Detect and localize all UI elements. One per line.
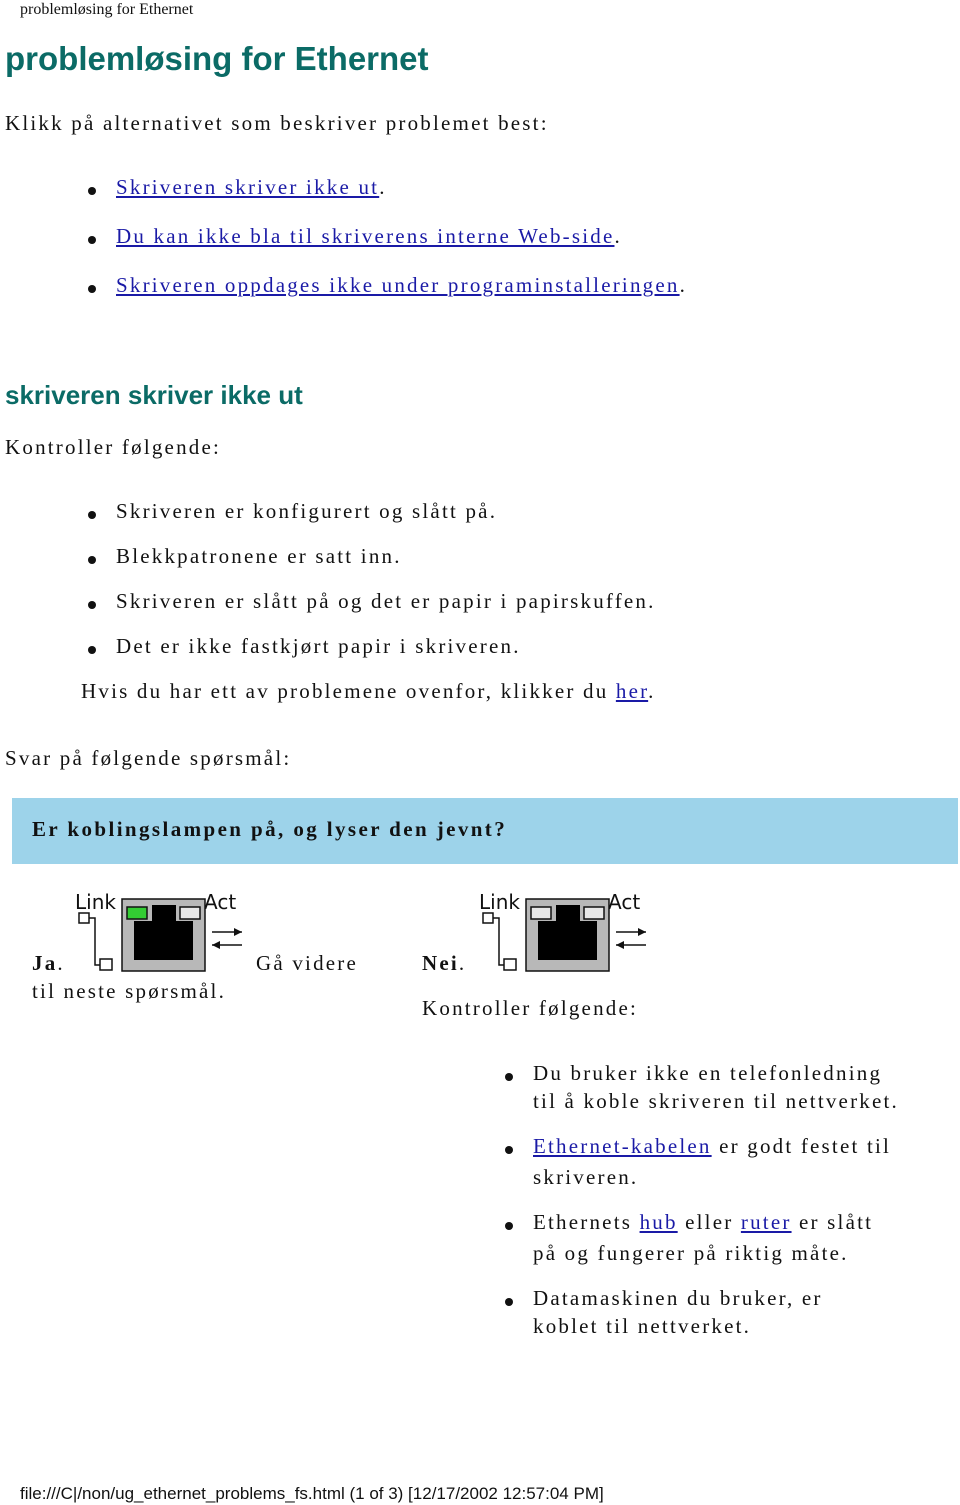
help-text: Hvis du har ett av problemene ovenfor, k… — [81, 679, 616, 703]
bullet-icon — [88, 511, 96, 519]
punctuation: . — [57, 951, 65, 975]
no-check-item-line1: Datamaskinen du bruker, er — [533, 1286, 823, 1310]
ethernet-cable-link[interactable]: Ethernet-kabelen — [533, 1134, 712, 1158]
help-line: Hvis du har ett av problemene ovenfor, k… — [81, 679, 656, 704]
router-link[interactable]: ruter — [741, 1210, 792, 1234]
bullet-icon — [505, 1073, 513, 1081]
no-check-item-line2: til å koble skriveren til nettverket. — [533, 1089, 899, 1113]
link-label: Link — [479, 890, 520, 914]
problem-link-web-page[interactable]: Du kan ikke bla til skriverens interne W… — [116, 224, 614, 248]
problem-link-item: Skriveren oppdages ikke under programins… — [116, 273, 687, 298]
no-check-item-line1: Ethernet-kabelen er godt festet til — [533, 1134, 891, 1159]
bullet-icon — [88, 556, 96, 564]
no-check-intro: Kontroller følgende: — [422, 996, 639, 1020]
no-check-item-line2: koblet til nettverket. — [533, 1314, 752, 1338]
punctuation: . — [679, 273, 688, 297]
bullet-icon — [88, 187, 96, 195]
check-item: Skriveren er konfigurert og slått på. — [116, 499, 498, 523]
check-text: er godt festet til — [711, 1134, 892, 1158]
problem-link-not-printing[interactable]: Skriveren skriver ikke ut — [116, 175, 379, 199]
punctuation: . — [379, 175, 387, 199]
bullet-icon — [88, 285, 96, 293]
check-text: er slått — [791, 1210, 874, 1234]
bullet-icon — [88, 601, 96, 609]
link-label: Link — [75, 890, 116, 914]
yes-label-line: Ja. — [32, 951, 65, 976]
ethernet-port-link-off-icon: Link Act — [479, 890, 646, 972]
page-footer: file:///C|/non/ug_ethernet_problems_fs.h… — [20, 1484, 604, 1503]
yes-text-line1: Gå videre — [256, 951, 359, 975]
punctuation: . — [614, 224, 622, 248]
act-led — [179, 906, 201, 920]
no-label-line: Nei. — [422, 951, 466, 976]
bullet-icon — [505, 1222, 513, 1230]
bullet-icon — [88, 646, 96, 654]
problem-link-item: Skriveren skriver ikke ut. — [116, 175, 387, 200]
act-label: Act — [608, 890, 640, 914]
act-label: Act — [204, 890, 236, 914]
answer-prompt: Svar på følgende spørsmål: — [5, 746, 292, 770]
problem-link-item: Du kan ikke bla til skriverens interne W… — [116, 224, 622, 249]
bullet-icon — [505, 1298, 513, 1306]
no-check-item-line2: skriveren. — [533, 1165, 639, 1189]
page-title: problemløsing for Ethernet — [5, 40, 429, 77]
punctuation: . — [458, 951, 467, 975]
question-bar: Er koblingslampen på, og lyser den jevnt… — [12, 798, 958, 864]
ethernet-port-link-on-icon: Link Act — [75, 890, 242, 972]
check-item: Det er ikke fastkjørt papir i skriveren. — [116, 634, 521, 658]
question-text: Er koblingslampen på, og lyser den jevnt… — [32, 817, 508, 841]
check-item: Skriveren er slått på og det er papir i … — [116, 589, 656, 613]
section-heading: skriveren skriver ikke ut — [5, 380, 303, 410]
check-intro: Kontroller følgende: — [5, 435, 222, 459]
punctuation: . — [648, 679, 656, 703]
yes-label: Ja — [32, 951, 58, 975]
no-check-item-line2: på og fungerer på riktig måte. — [533, 1241, 849, 1265]
hub-link[interactable]: hub — [640, 1210, 678, 1234]
page-header: problemløsing for Ethernet — [20, 1, 194, 18]
link-led — [530, 906, 552, 920]
no-check-item-line1: Ethernets hub eller ruter er slått — [533, 1210, 873, 1235]
check-text: eller — [677, 1210, 741, 1234]
check-text: Ethernets — [533, 1210, 640, 1234]
help-link-here[interactable]: her — [616, 679, 648, 703]
no-label: Nei — [422, 951, 459, 975]
bullet-icon — [88, 236, 96, 244]
intro-text: Klikk på alternativet som beskriver prob… — [5, 111, 549, 135]
no-check-item-line1: Du bruker ikke en telefonledning — [533, 1061, 883, 1085]
link-led — [126, 906, 148, 920]
act-led — [583, 906, 605, 920]
problem-link-not-detected[interactable]: Skriveren oppdages ikke under programins… — [116, 273, 680, 297]
bullet-icon — [505, 1146, 513, 1154]
check-item: Blekkpatronene er satt inn. — [116, 544, 402, 568]
yes-text-line2: til neste spørsmål. — [32, 979, 227, 1003]
